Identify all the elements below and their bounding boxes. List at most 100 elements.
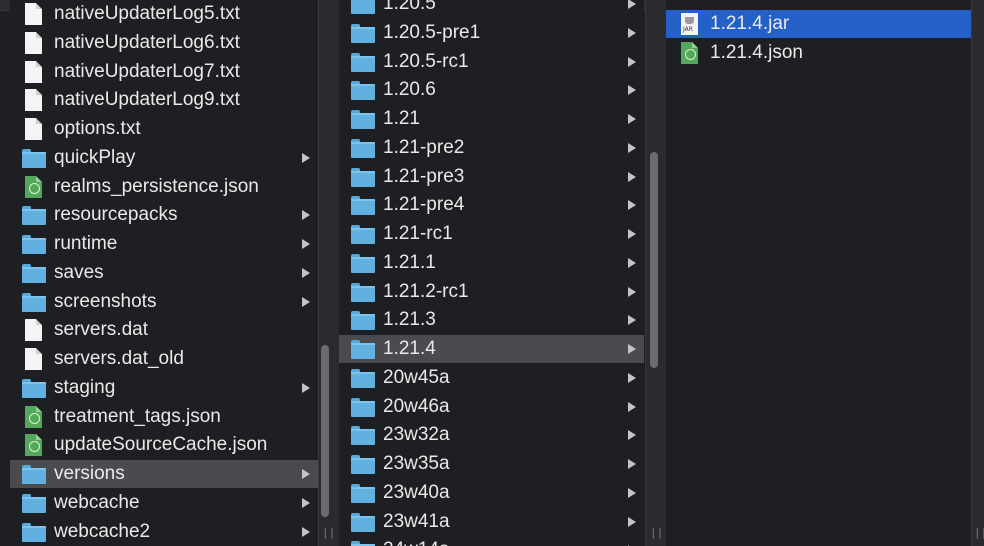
item-label: 23w41a <box>383 510 450 532</box>
item-label: screenshots <box>54 290 157 312</box>
folder-icon <box>351 22 375 44</box>
chevron-right-icon <box>628 487 636 498</box>
file-item-1-21-4-jar[interactable]: JAR 1.21.4.jar <box>666 10 971 38</box>
folder-item-23w35a[interactable]: 23w35a <box>339 450 644 478</box>
item-label: webcache2 <box>54 520 151 542</box>
folder-item-1-21-3[interactable]: 1.21.3 <box>339 306 644 334</box>
folder-item-1-21-2-rc1[interactable]: 1.21.2-rc1 <box>339 278 644 306</box>
item-label: options.txt <box>54 118 141 139</box>
chevron-right-icon <box>628 401 636 412</box>
folder-item-1-21-4[interactable]: 1.21.4 <box>339 335 644 363</box>
item-label: 23w32a <box>383 424 450 446</box>
folder-icon <box>351 367 375 389</box>
folder-icon <box>22 233 46 255</box>
folder-item-versions[interactable]: versions <box>10 460 318 488</box>
json-file-icon <box>22 175 46 198</box>
item-label: webcache <box>54 491 140 513</box>
folder-item-runtime[interactable]: runtime <box>10 230 318 258</box>
resize-grip-3-icon[interactable]: || <box>974 526 984 539</box>
column-1-scrollbar[interactable] <box>321 345 329 517</box>
folder-item-1-21[interactable]: 1.21 <box>339 105 644 133</box>
resize-grip-2-icon[interactable]: || <box>650 526 663 539</box>
item-label: nativeUpdaterLog7.txt <box>54 60 240 82</box>
item-label: 1.21.4.jar <box>710 13 790 34</box>
folder-icon <box>22 492 46 514</box>
column-2-scrollbar[interactable] <box>650 152 658 368</box>
file-item-servers-dat-old[interactable]: servers.dat_old <box>10 345 318 373</box>
folder-item-20w45a[interactable]: 20w45a <box>339 364 644 392</box>
folder-icon <box>351 539 375 546</box>
item-label: staging <box>54 376 116 398</box>
folder-item-resourcepacks[interactable]: resourcepacks <box>10 201 318 229</box>
item-label: realms_persistence.json <box>54 175 259 197</box>
folder-item-1-21-1[interactable]: 1.21.1 <box>339 249 644 277</box>
file-item-servers-dat[interactable]: servers.dat <box>10 316 318 344</box>
column-minecraft-folder[interactable]: nativeUpdaterLog5.txt nativeUpdaterLog6.t… <box>10 0 318 546</box>
folder-item-staging[interactable]: staging <box>10 374 318 402</box>
folder-icon <box>351 338 375 360</box>
chevron-right-icon <box>302 239 310 249</box>
text-file-icon <box>22 89 46 112</box>
resize-grip-1-icon[interactable]: || <box>322 526 335 539</box>
file-item-nativeupdaterlog9-txt[interactable]: nativeUpdaterLog9.txt <box>10 86 318 114</box>
chevron-right-icon <box>628 171 636 182</box>
chevron-right-icon <box>628 459 636 469</box>
folder-item-1-21-pre2[interactable]: 1.21-pre2 <box>339 134 644 162</box>
folder-item-23w41a[interactable]: 23w41a <box>339 508 644 536</box>
folder-icon <box>351 194 375 216</box>
jar-file-icon: JAR <box>678 13 702 35</box>
folder-icon <box>351 281 375 303</box>
chevron-right-icon <box>628 344 636 354</box>
folder-item-1-20-5[interactable]: 1.20.5 <box>339 0 644 18</box>
folder-item-webcache2[interactable]: webcache2 <box>10 518 318 546</box>
folder-icon <box>351 51 375 73</box>
folder-item-saves[interactable]: saves <box>10 259 318 287</box>
file-item-updatesourcecache-json[interactable]: updateSourceCache.json <box>10 431 318 459</box>
item-label: quickPlay <box>54 146 136 168</box>
column-divider-3[interactable] <box>971 0 984 546</box>
folder-item-quickplay[interactable]: quickPlay <box>10 144 318 172</box>
item-label: resourcepacks <box>54 204 178 226</box>
folder-item-webcache[interactable]: webcache <box>10 489 318 517</box>
folder-item-1-20-5-pre1[interactable]: 1.20.5-pre1 <box>339 19 644 47</box>
item-label: 1.21 <box>383 108 420 129</box>
file-item-nativeupdaterlog5-txt[interactable]: nativeUpdaterLog5.txt <box>10 0 318 28</box>
file-item-1-21-4-json[interactable]: 1.21.4.json <box>666 39 971 67</box>
column-1-21-4[interactable]: JAR 1.21.4.jar 1.21.4.json <box>666 0 971 546</box>
folder-item-1-20-5-rc1[interactable]: 1.20.5-rc1 <box>339 48 644 76</box>
file-item-nativeupdaterlog7-txt[interactable]: nativeUpdaterLog7.txt <box>10 58 318 86</box>
text-file-icon <box>22 348 46 370</box>
folder-item-23w40a[interactable]: 23w40a <box>339 479 644 507</box>
chevron-right-icon <box>302 152 310 163</box>
folder-item-24w14a[interactable]: 24w14a <box>339 536 644 546</box>
chevron-right-icon <box>628 200 636 211</box>
chevron-right-icon <box>302 296 310 307</box>
file-item-nativeupdaterlog6-txt[interactable]: nativeUpdaterLog6.txt <box>10 29 318 57</box>
folder-item-1-20-6[interactable]: 1.20.6 <box>339 76 644 104</box>
folder-item-1-21-pre4[interactable]: 1.21-pre4 <box>339 191 644 219</box>
json-file-icon <box>22 434 46 457</box>
folder-icon <box>351 309 375 331</box>
folder-item-1-21-rc1[interactable]: 1.21-rc1 <box>339 220 644 248</box>
item-label: 1.20.5-rc1 <box>383 50 469 72</box>
text-file-icon <box>22 118 46 140</box>
folder-icon <box>351 0 375 15</box>
file-item-treatment-tags-json[interactable]: treatment_tags.json <box>10 403 318 431</box>
folder-icon <box>351 482 375 504</box>
folder-item-1-21-pre3[interactable]: 1.21-pre3 <box>339 163 644 191</box>
file-item-options-txt[interactable]: options.txt <box>10 115 318 143</box>
folder-icon <box>22 147 46 169</box>
item-label: versions <box>54 463 125 484</box>
file-item-realms-persistence-json[interactable]: realms_persistence.json <box>10 173 318 201</box>
item-label: runtime <box>54 233 118 254</box>
column-versions[interactable]: 1.20.5 1.20.5-pre1 1.20.5-rc1 1.20.6 1.21 1.2… <box>339 0 644 546</box>
folder-item-20w46a[interactable]: 20w46a <box>339 393 644 421</box>
folder-icon <box>22 204 46 226</box>
folder-icon <box>351 108 375 130</box>
chevron-right-icon <box>302 382 310 393</box>
item-label: 1.21.1 <box>383 251 436 273</box>
chevron-right-icon <box>628 229 636 239</box>
folder-item-screenshots[interactable]: screenshots <box>10 288 318 316</box>
item-label: 1.21-rc1 <box>383 223 453 244</box>
folder-item-23w32a[interactable]: 23w32a <box>339 421 644 449</box>
